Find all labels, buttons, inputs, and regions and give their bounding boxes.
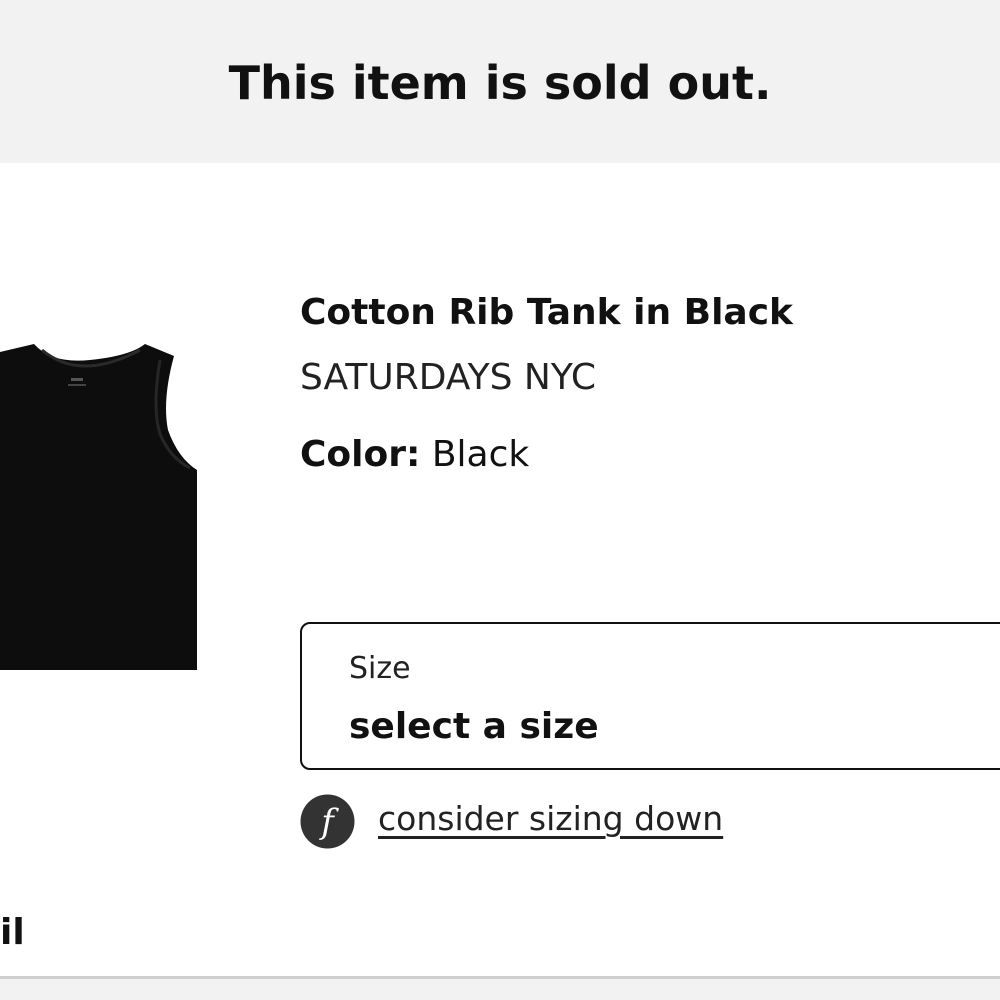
color-value: Black xyxy=(431,434,530,475)
color-row: Color: Black xyxy=(300,432,529,478)
partial-cut-text: il xyxy=(0,912,25,953)
tank-label xyxy=(71,378,83,381)
bottom-strip xyxy=(0,979,1000,1000)
sold-out-message: This item is sold out. xyxy=(228,56,772,110)
consider-sizing-down-link[interactable]: consider sizing down xyxy=(378,798,723,840)
size-label: Size xyxy=(349,651,411,686)
size-select[interactable]: Size select a size xyxy=(300,622,1000,770)
tank-top-shape xyxy=(0,344,197,670)
color-label: Color: xyxy=(300,434,421,475)
product-image xyxy=(0,344,197,670)
sold-out-banner: This item is sold out. xyxy=(0,0,1000,163)
product-title: Cotton Rib Tank in Black xyxy=(300,292,793,333)
size-selected-value: select a size xyxy=(349,706,599,747)
fit-advisor-icon: f xyxy=(300,794,355,849)
tank-label-line xyxy=(68,384,86,386)
brand-name: SATURDAYS NYC xyxy=(300,357,596,398)
